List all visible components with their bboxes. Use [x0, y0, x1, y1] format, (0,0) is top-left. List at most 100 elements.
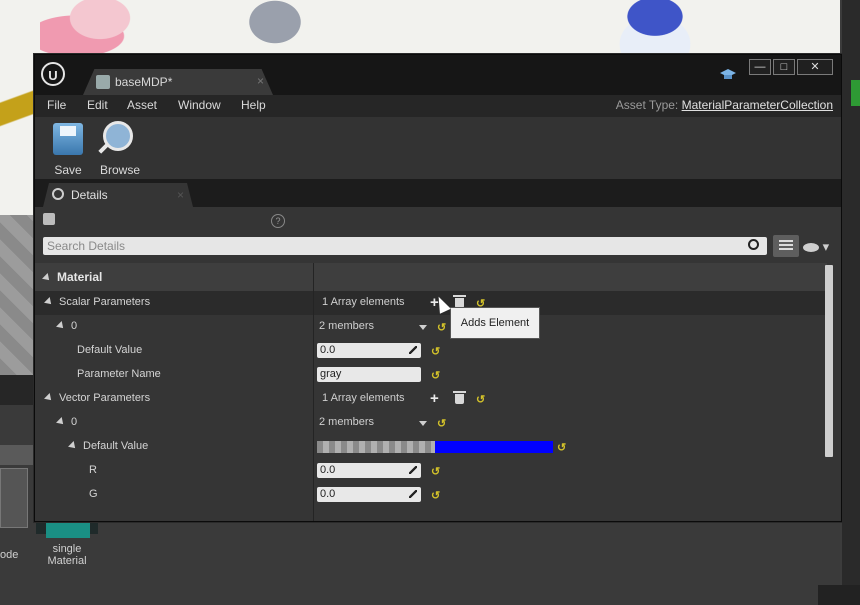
asset-label: ode: [0, 549, 19, 561]
menu-help[interactable]: Help: [241, 98, 266, 112]
save-button[interactable]: Save: [40, 121, 96, 177]
members-count: 2 members: [319, 320, 375, 332]
close-button[interactable]: ✕: [797, 59, 833, 75]
reset-to-default-icon[interactable]: ↺: [437, 417, 446, 430]
asset-thumbnail[interactable]: [0, 468, 28, 528]
details-tab-bar: Details ×: [35, 179, 841, 207]
drag-handle-icon[interactable]: [409, 490, 417, 498]
row-scalar-parameters[interactable]: Scalar Parameters 1 Array elements + ↺: [35, 291, 827, 315]
row-scalar-default-value[interactable]: Default Value 0.0 ↺: [35, 339, 827, 363]
scalar-parameters-label: Scalar Parameters: [59, 296, 151, 308]
toolbar: Save Browse: [35, 117, 841, 179]
browse-button[interactable]: Browse: [92, 121, 148, 177]
maximize-button[interactable]: □: [773, 59, 795, 75]
property-matrix-button[interactable]: [773, 235, 799, 257]
reset-to-default-icon[interactable]: ↺: [437, 321, 446, 334]
chevron-down-icon[interactable]: [419, 421, 427, 426]
reset-to-default-icon[interactable]: ↺: [431, 489, 440, 502]
asset-tab-label: baseMDP*: [115, 75, 173, 89]
trash-icon[interactable]: [453, 391, 466, 404]
right-side-button[interactable]: [851, 80, 860, 106]
material-parameter-editor-window: U baseMDP* × — □ ✕ File Edit Asset Windo…: [34, 54, 842, 522]
row-vector-element-0[interactable]: 0 2 members ↺: [35, 411, 827, 435]
row-vector-parameters[interactable]: Vector Parameters 1 Array elements + ↺: [35, 387, 827, 411]
close-details-tab-icon[interactable]: ×: [177, 188, 184, 202]
details-icon: [52, 188, 64, 200]
row-scalar-element-0[interactable]: 0 2 members ↺: [35, 315, 827, 339]
scrollbar[interactable]: [825, 265, 833, 457]
asset-type-label: Asset Type:: [615, 98, 679, 112]
add-element-icon[interactable]: +: [430, 390, 439, 407]
row-label: 0: [56, 416, 78, 428]
minimize-button[interactable]: —: [749, 59, 771, 75]
r-value-field[interactable]: 0.0: [317, 463, 421, 478]
column-splitter[interactable]: [313, 263, 314, 521]
category-label: Material: [42, 270, 103, 284]
parameter-name-field[interactable]: gray: [317, 367, 421, 382]
row-parameter-name[interactable]: Parameter Name gray ↺: [35, 363, 827, 387]
array-count: 1 Array elements: [322, 392, 405, 404]
drag-handle-icon[interactable]: [409, 466, 417, 474]
asset-tab[interactable]: baseMDP* ×: [83, 69, 273, 95]
reset-to-default-icon[interactable]: ↺: [557, 441, 566, 454]
mortarboard-icon[interactable]: [720, 68, 736, 82]
element-index-label: 0: [71, 320, 78, 332]
default-value-field[interactable]: 0.0: [317, 343, 421, 358]
default-value-label: Default Value: [83, 440, 149, 452]
menu-edit[interactable]: Edit: [87, 98, 108, 112]
title-bar: U baseMDP* × — □ ✕: [35, 55, 841, 95]
drag-handle-icon[interactable]: [409, 346, 417, 354]
character-model: [40, 0, 160, 60]
search-bar: [43, 237, 767, 255]
character-model: [235, 0, 315, 55]
category-material[interactable]: Material: [35, 263, 827, 291]
row-vector-default-value[interactable]: Default Value ↺: [35, 435, 827, 459]
view-options-button[interactable]: ▾: [803, 239, 831, 254]
details-panel: ? ▾ Material Scalar Parameters 1 Array e…: [35, 207, 841, 521]
row-color-g[interactable]: G 0.0 ↺: [35, 483, 827, 507]
save-icon: [53, 123, 83, 155]
collapse-arrow-icon: [56, 417, 66, 427]
r-label: R: [89, 464, 97, 476]
chevron-down-icon: ▾: [822, 239, 830, 254]
unreal-logo-icon: U: [41, 62, 65, 86]
asset-type-indicator: Asset Type: MaterialParameterCollection: [616, 98, 833, 112]
field-value: gray: [320, 368, 342, 380]
reset-to-default-icon[interactable]: ↺: [431, 345, 440, 358]
reset-to-default-icon[interactable]: ↺: [431, 369, 440, 382]
g-label: G: [89, 488, 98, 500]
asset-node-icon: [43, 213, 55, 225]
tab-details[interactable]: Details ×: [43, 183, 193, 207]
chevron-down-icon[interactable]: [419, 325, 427, 330]
save-label: Save: [54, 163, 82, 177]
object-selector[interactable]: [43, 213, 55, 225]
row-color-r[interactable]: R 0.0 ↺: [35, 459, 827, 483]
asset-label: single Material: [47, 543, 87, 567]
field-value: 0.0: [320, 344, 336, 356]
reset-to-default-icon[interactable]: ↺: [476, 393, 485, 406]
color-swatch[interactable]: [317, 441, 553, 453]
help-icon[interactable]: ?: [271, 214, 285, 228]
row-label: Scalar Parameters: [44, 296, 151, 308]
menu-file[interactable]: File: [47, 98, 66, 112]
menu-asset[interactable]: Asset: [127, 98, 157, 112]
reset-to-default-icon[interactable]: ↺: [431, 465, 440, 478]
collapse-arrow-icon: [42, 273, 52, 283]
color-preview: [435, 441, 553, 453]
field-value: 0.0: [320, 464, 336, 476]
array-count: 1 Array elements: [322, 296, 405, 308]
row-label: Default Value: [68, 440, 149, 452]
asset-icon: [96, 75, 110, 89]
element-index-label: 0: [71, 416, 78, 428]
vector-parameters-label: Vector Parameters: [59, 392, 151, 404]
category-material-label: Material: [57, 270, 103, 284]
browse-label: Browse: [99, 163, 140, 177]
field-value: 0.0: [320, 488, 336, 500]
alpha-checker: [317, 441, 435, 453]
close-tab-icon[interactable]: ×: [257, 74, 264, 88]
asset-type-link[interactable]: MaterialParameterCollection: [682, 98, 833, 112]
menu-window[interactable]: Window: [178, 98, 221, 112]
collapse-arrow-icon: [44, 297, 54, 307]
g-value-field[interactable]: 0.0: [317, 487, 421, 502]
search-input[interactable]: [47, 237, 737, 255]
